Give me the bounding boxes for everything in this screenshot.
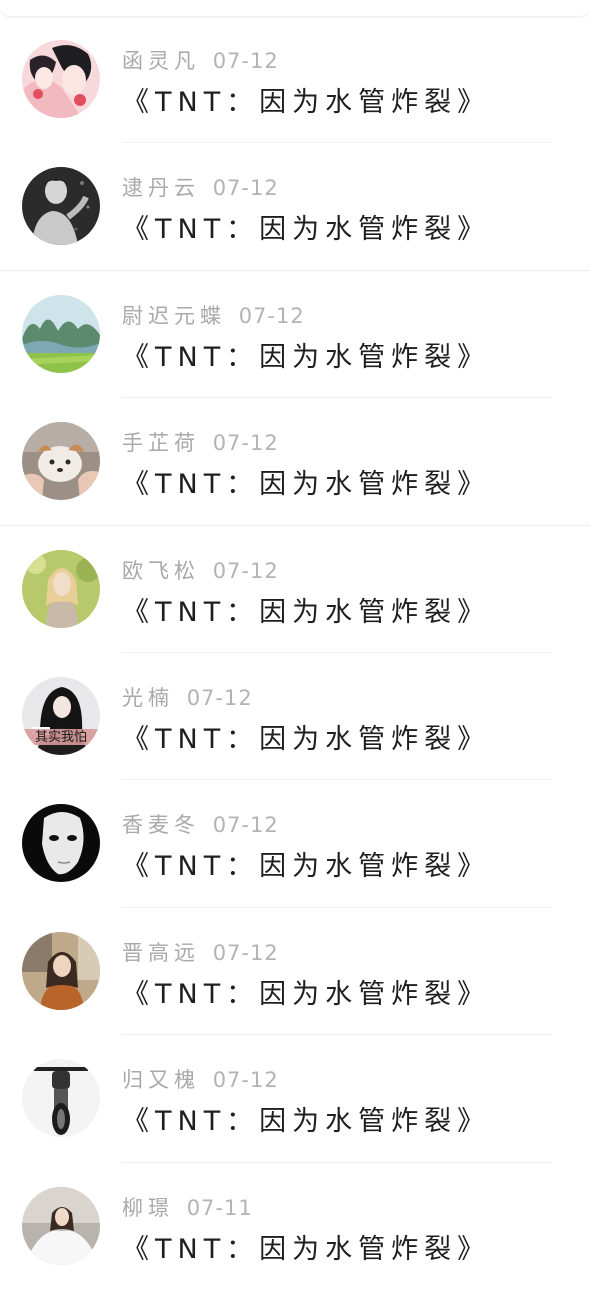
avatar[interactable] xyxy=(22,167,100,246)
top-card-edge xyxy=(0,0,590,17)
conversation-item[interactable]: 归又槐 07-12 《TNT：因为水管炸裂》 xyxy=(0,1035,590,1163)
conversation-meta: 香麦冬 07-12 xyxy=(122,809,279,837)
avatar[interactable]: 其实我怕 xyxy=(22,676,100,755)
sender-name: 手芷荷 xyxy=(122,431,200,456)
conversation-item[interactable]: 香麦冬 07-12 《TNT：因为水管炸裂》 xyxy=(0,780,590,908)
sender-name: 尉迟元蝶 xyxy=(122,303,226,328)
message-preview: 《TNT：因为水管炸裂》 xyxy=(122,1233,491,1265)
avatar[interactable] xyxy=(22,804,100,883)
conversation-meta: 逮丹云 07-12 xyxy=(122,172,279,200)
message-preview: 《TNT：因为水管炸裂》 xyxy=(122,214,491,246)
message-date: 07-12 xyxy=(212,431,279,456)
message-date: 07-12 xyxy=(186,685,253,710)
sender-name: 柳璟 xyxy=(122,1195,174,1220)
conversation-item[interactable]: 手芷荷 07-12 《TNT：因为水管炸裂》 xyxy=(0,398,590,526)
sender-name: 光楠 xyxy=(122,685,174,710)
conversation-meta: 晋高远 07-12 xyxy=(122,937,279,965)
sender-name: 欧飞松 xyxy=(122,558,200,583)
conversation-item[interactable]: 逮丹云 07-12 《TNT：因为水管炸裂》 xyxy=(0,143,590,271)
avatar-caption: 其实我怕 xyxy=(35,730,87,745)
avatar[interactable] xyxy=(22,1186,100,1265)
sender-name: 香麦冬 xyxy=(122,813,200,838)
message-preview: 《TNT：因为水管炸裂》 xyxy=(122,87,491,118)
avatar[interactable] xyxy=(22,931,100,1010)
message-preview: 《TNT：因为水管炸裂》 xyxy=(122,596,491,628)
conversation-list: 函灵凡 07-12 《TNT：因为水管炸裂》 逮丹云 07-12 《TNT：因为… xyxy=(0,16,590,1290)
sender-name: 晋高远 xyxy=(122,940,200,965)
message-preview: 《TNT：因为水管炸裂》 xyxy=(122,978,491,1010)
avatar[interactable] xyxy=(22,549,100,628)
message-date: 07-12 xyxy=(212,176,279,201)
message-date: 07-12 xyxy=(212,940,279,965)
conversation-meta: 尉迟元蝶 07-12 xyxy=(122,300,305,328)
conversation-item[interactable]: 欧飞松 07-12 《TNT：因为水管炸裂》 xyxy=(0,526,590,653)
conversation-item[interactable]: 函灵凡 07-12 《TNT：因为水管炸裂》 xyxy=(0,16,590,144)
avatar[interactable] xyxy=(22,40,100,118)
conversation-meta: 函灵凡 07-12 xyxy=(122,45,279,73)
conversation-meta: 归又槐 07-12 xyxy=(122,1064,279,1092)
message-date: 07-12 xyxy=(212,558,279,583)
conversation-item[interactable]: 其实我怕 光楠 07-12 《TNT：因为水管炸裂》 xyxy=(0,653,590,781)
message-preview: 《TNT：因为水管炸裂》 xyxy=(122,1106,491,1138)
avatar[interactable] xyxy=(22,422,100,501)
avatar[interactable] xyxy=(22,1059,100,1138)
conversation-meta: 柳璟 07-11 xyxy=(122,1192,253,1220)
sender-name: 逮丹云 xyxy=(122,176,200,201)
conversation-meta: 光楠 07-12 xyxy=(122,682,253,710)
message-preview: 《TNT：因为水管炸裂》 xyxy=(122,723,491,755)
sender-name: 函灵凡 xyxy=(122,49,200,73)
message-date: 07-11 xyxy=(186,1195,253,1220)
message-preview: 《TNT：因为水管炸裂》 xyxy=(122,469,491,501)
sender-name: 归又槐 xyxy=(122,1068,200,1093)
message-date: 07-12 xyxy=(212,49,279,73)
message-preview: 《TNT：因为水管炸裂》 xyxy=(122,341,491,373)
conversation-meta: 手芷荷 07-12 xyxy=(122,427,279,455)
conversation-item[interactable]: 晋高远 07-12 《TNT：因为水管炸裂》 xyxy=(0,908,590,1036)
message-date: 07-12 xyxy=(212,1068,279,1093)
conversation-item[interactable]: 柳璟 07-11 《TNT：因为水管炸裂》 xyxy=(0,1163,590,1290)
conversation-item[interactable]: 尉迟元蝶 07-12 《TNT：因为水管炸裂》 xyxy=(0,271,590,399)
message-date: 07-12 xyxy=(238,303,305,328)
message-preview: 《TNT：因为水管炸裂》 xyxy=(122,851,491,883)
message-date: 07-12 xyxy=(212,813,279,838)
avatar[interactable] xyxy=(22,294,100,373)
conversation-meta: 欧飞松 07-12 xyxy=(122,555,279,583)
